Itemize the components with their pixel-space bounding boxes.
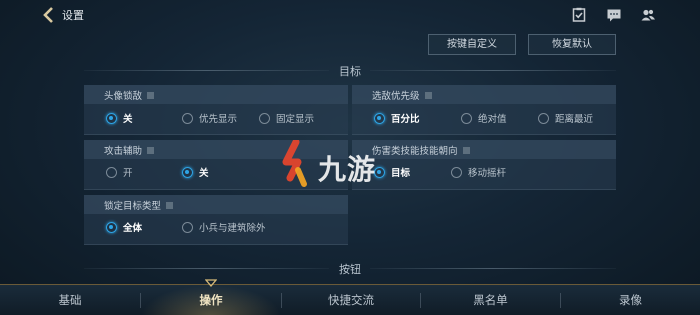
avatar-lock-label: 头像锁敌: [104, 88, 155, 102]
bottom-nav: 基础 操作 快捷交流 黑名单 录像: [0, 279, 700, 315]
avatar-lock-option-off[interactable]: 关: [106, 113, 133, 127]
radio-selected-icon: [106, 113, 117, 124]
radio-selected-icon: [374, 113, 385, 124]
lock-target-option-all[interactable]: 全体: [106, 222, 142, 236]
friends-icon[interactable]: [640, 7, 656, 23]
radio-selected-icon: [182, 167, 193, 178]
radio-icon: [259, 113, 270, 124]
radio-icon: [106, 167, 117, 178]
attack-assist-option-off[interactable]: 关: [182, 167, 209, 181]
page-title: 设置: [62, 9, 84, 22]
radio-icon: [451, 167, 462, 178]
customize-keys-button[interactable]: 按键自定义: [428, 34, 516, 55]
restore-default-button[interactable]: 恢复默认: [528, 34, 616, 55]
tab-controls[interactable]: 操作: [141, 285, 281, 315]
section-divider-left: [84, 70, 329, 71]
enemy-priority-option-percent[interactable]: 百分比: [374, 113, 420, 127]
radio-icon: [182, 222, 193, 233]
section-title-buttons: 按钮: [339, 263, 361, 276]
info-icon[interactable]: [462, 147, 470, 154]
avatar-lock-option-fixed[interactable]: 固定显示: [259, 113, 314, 127]
tab-quick-chat[interactable]: 快捷交流: [282, 285, 420, 315]
info-icon[interactable]: [147, 147, 155, 154]
radio-selected-icon: [106, 222, 117, 233]
avatar-lock-panel: 头像锁敌 关 优先显示 固定显示: [84, 85, 348, 135]
info-icon[interactable]: [424, 92, 432, 99]
tab-blacklist[interactable]: 黑名单: [421, 285, 560, 315]
watermark-text: 九游: [318, 153, 377, 186]
jiuyou-logo-icon: [282, 140, 307, 187]
section-divider-left: [84, 268, 329, 269]
enemy-priority-label: 选敌优先级: [372, 88, 432, 102]
lock-target-option-exclude-minions[interactable]: 小兵与建筑除外: [182, 222, 266, 236]
tab-replay[interactable]: 录像: [561, 285, 700, 315]
back-chevron-icon[interactable]: [40, 6, 58, 24]
attack-assist-label: 攻击辅助: [104, 143, 155, 157]
skill-direction-option-joystick[interactable]: 移动摇杆: [451, 167, 506, 181]
avatar-lock-option-priority[interactable]: 优先显示: [182, 113, 237, 127]
section-title-target: 目标: [339, 65, 361, 78]
tab-basic[interactable]: 基础: [0, 285, 140, 315]
radio-icon: [182, 113, 193, 124]
top-bar: 设置: [0, 0, 700, 30]
lock-target-type-panel: 锁定目标类型 全体 小兵与建筑除外: [84, 195, 348, 245]
radio-icon: [461, 113, 472, 124]
info-icon[interactable]: [166, 202, 174, 209]
chat-icon[interactable]: [606, 7, 622, 23]
info-icon[interactable]: [147, 92, 155, 99]
section-divider-right: [370, 70, 616, 71]
checklist-icon[interactable]: [571, 7, 587, 23]
enemy-priority-option-absolute[interactable]: 绝对值: [461, 113, 507, 127]
enemy-priority-panel: 选敌优先级 百分比 绝对值 距离最近: [352, 85, 616, 135]
enemy-priority-option-nearest[interactable]: 距离最近: [538, 113, 593, 127]
radio-icon: [538, 113, 549, 124]
jiuyou-watermark: 九游: [278, 140, 408, 190]
lock-target-type-label: 锁定目标类型: [104, 198, 174, 212]
section-divider-right: [370, 268, 616, 269]
attack-assist-option-on[interactable]: 开: [106, 167, 133, 181]
